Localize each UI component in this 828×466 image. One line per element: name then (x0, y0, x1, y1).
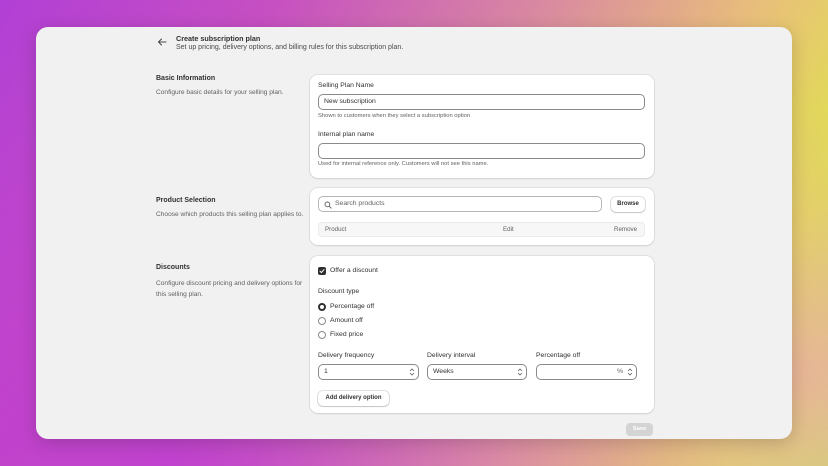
discount-type-label: Discount type (318, 288, 360, 295)
delivery-frequency-input[interactable]: 1 (318, 364, 419, 380)
checkmark-icon (319, 269, 325, 274)
radio-percentage-off[interactable] (318, 303, 326, 311)
product-table-header: Product Edit Remove (318, 222, 645, 237)
basic-info-heading: Basic Information (156, 75, 216, 82)
plan-name-label: Selling Plan Name (318, 82, 374, 89)
column-edit: Edit (503, 226, 514, 233)
internal-name-input[interactable] (318, 143, 645, 159)
stepper-icon[interactable] (408, 366, 416, 378)
plan-name-help: Shown to customers when they select a su… (318, 113, 471, 119)
radio-amount-off[interactable] (318, 317, 326, 325)
browse-button[interactable]: Browse (611, 196, 645, 212)
column-product: Product (325, 226, 347, 233)
internal-name-help: Used for internal reference only. Custom… (318, 161, 489, 167)
offer-discount-label: Offer a discount (330, 267, 378, 274)
radio-fixed-price[interactable] (318, 331, 326, 339)
discounts-card: Offer a discount Discount type Percentag… (310, 256, 654, 413)
back-arrow-icon[interactable] (156, 36, 168, 48)
page-subtitle: Set up pricing, delivery options, and bi… (176, 44, 404, 51)
delivery-frequency-label: Delivery frequency (318, 352, 375, 359)
page-title: Create subscription plan (176, 34, 261, 43)
offer-discount-checkbox[interactable] (318, 267, 326, 275)
basic-info-card: Selling Plan Name New subscription Shown… (310, 75, 654, 178)
product-selection-card: Search products Browse Product Edit Remo… (310, 188, 654, 245)
percentage-off-input[interactable]: % (536, 364, 637, 380)
basic-info-description: Configure basic details for your selling… (156, 89, 284, 96)
plan-name-input[interactable]: New subscription (318, 94, 645, 110)
radio-fixed-price-label: Fixed price (330, 331, 364, 338)
delivery-interval-value: Weeks (433, 368, 454, 375)
search-placeholder: Search products (335, 200, 385, 207)
app-window: Create subscription plan Set up pricing,… (36, 27, 792, 439)
discounts-heading: Discounts (156, 264, 190, 271)
delivery-frequency-value: 1 (324, 368, 328, 375)
column-remove: Remove (614, 226, 638, 233)
product-search-input[interactable]: Search products (318, 196, 602, 212)
page-header: Create subscription plan Set up pricing,… (36, 27, 792, 67)
add-delivery-option-button[interactable]: Add delivery option (318, 391, 389, 406)
radio-amount-off-label: Amount off (330, 317, 363, 324)
select-chevron-icon (517, 368, 523, 376)
save-button[interactable]: Save (626, 423, 653, 436)
discounts-description: Configure discount pricing and delivery … (156, 280, 303, 298)
stepper-icon[interactable] (626, 366, 634, 378)
radio-percentage-off-label: Percentage off (330, 303, 375, 310)
delivery-interval-label: Delivery interval (427, 352, 476, 359)
product-selection-heading: Product Selection (156, 197, 216, 204)
search-icon (324, 201, 332, 209)
percent-suffix: % (616, 368, 623, 375)
percentage-off-label: Percentage off (536, 352, 581, 359)
internal-name-label: Internal plan name (318, 131, 375, 138)
product-selection-description: Choose which products this selling plan … (156, 211, 304, 218)
delivery-interval-select[interactable]: Weeks (427, 364, 527, 380)
